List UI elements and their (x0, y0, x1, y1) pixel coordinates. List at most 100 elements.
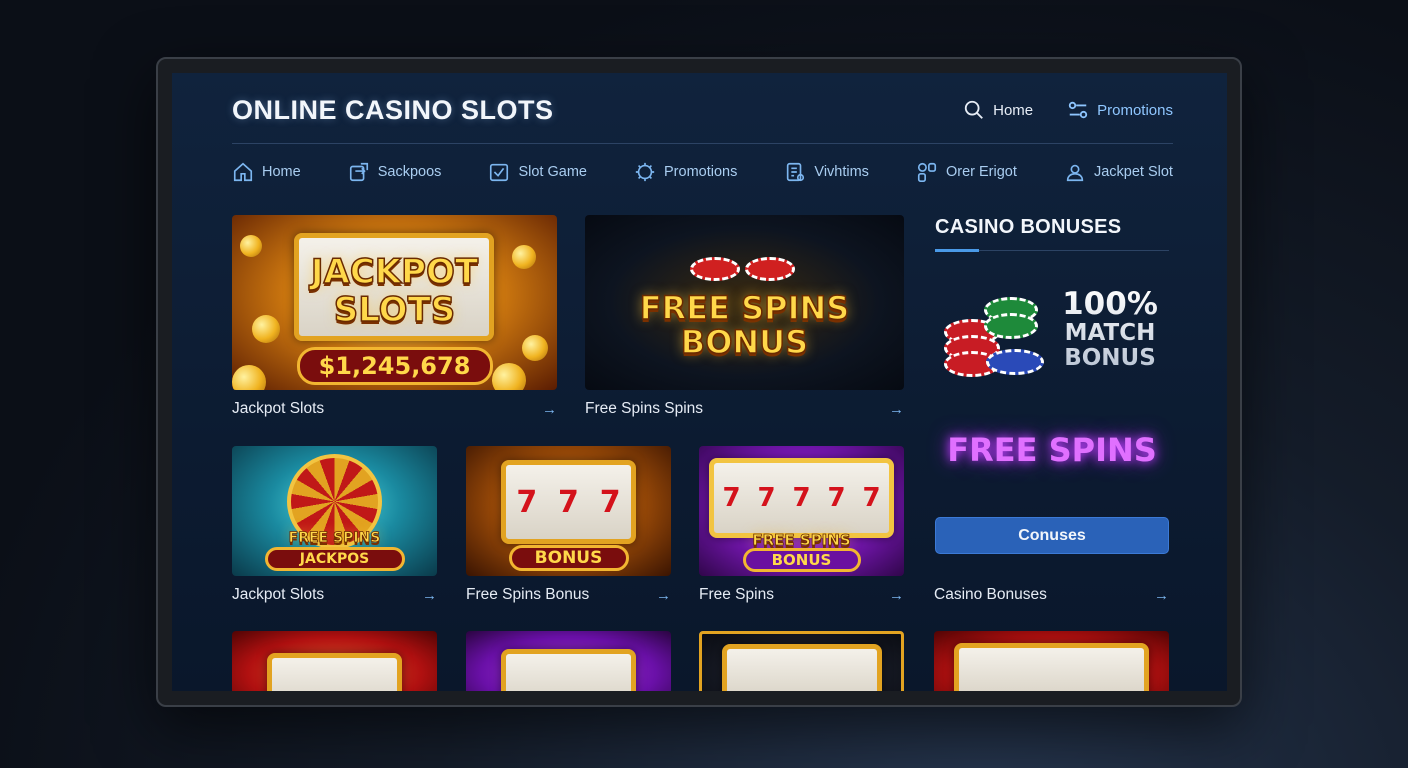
game-thumbnail-row3-3[interactable] (699, 631, 904, 691)
nav-item-label: Slot Game (518, 164, 587, 180)
reel-symbol: 7 (722, 483, 741, 513)
coin-icon (522, 335, 548, 361)
nav-item-label: Home (262, 164, 301, 180)
card-caption-label: Casino Bonuses (934, 586, 1047, 603)
monitor-frame: ONLINE CASINO SLOTS Home Promotions Home (156, 57, 1242, 707)
document-icon (784, 161, 806, 183)
card-caption-label: Free Spins (699, 586, 774, 603)
slot-reels (501, 649, 636, 691)
jackpot-slots-thumbnail[interactable]: JACKPOT SLOTS $1,245,678 (232, 215, 557, 390)
free-spins-promo: FREE SPINS (947, 431, 1157, 469)
game-thumbnail-row3-4[interactable] (934, 631, 1169, 691)
nav-item-label: Orer Erigot (945, 164, 1017, 180)
arrow-right-icon[interactable]: → (422, 587, 437, 604)
nav-item-home[interactable]: Home (232, 161, 301, 183)
bonuses-button[interactable]: Conuses (935, 517, 1169, 554)
card-caption-label: Jackpot Slots (232, 586, 325, 603)
game-card-free-spins-spins[interactable]: FREE SPINS BONUS Free Spins Spins → (585, 215, 904, 418)
nav-item-jackpet-slot[interactable]: Jackpet Slot (1064, 161, 1173, 183)
nav-item-label: Jackpet Slot (1093, 164, 1173, 180)
jackpot-wheel-thumbnail[interactable]: FREE SPINS JACKPOS (232, 446, 437, 576)
casino-screen: ONLINE CASINO SLOTS Home Promotions Home (172, 73, 1227, 691)
arrow-right-icon[interactable]: → (542, 401, 557, 418)
coin-icon (232, 365, 266, 390)
sidebar-title: CASINO BONUSES (935, 216, 1122, 238)
transfer-icon (348, 161, 370, 183)
checkbox-icon (488, 161, 510, 183)
home-icon (232, 161, 254, 183)
game-card-casino-bonuses[interactable]: Casino Bonuses → (934, 576, 1169, 604)
jackpos-art-line2: JACKPOS (264, 547, 405, 571)
slot-reels: 7 7 7 (501, 460, 636, 544)
match-line: MATCH (1064, 320, 1156, 346)
nav-item-slot-game[interactable]: Slot Game (488, 161, 587, 183)
top-nav-home-label: Home (993, 101, 1034, 119)
coin-icon (492, 363, 526, 390)
header-divider (232, 143, 1173, 144)
chip-icon (690, 257, 740, 281)
arrow-right-icon[interactable]: → (656, 587, 671, 604)
top-nav-promotions[interactable]: Promotions (1067, 99, 1173, 121)
free-spins-purple-line1: FREE SPINS (752, 531, 851, 549)
free-spins-bonus-thumbnail[interactable]: 7 7 7 BONUS (466, 446, 671, 576)
top-nav: Home Promotions (963, 99, 1173, 121)
match-percent: 100% (1062, 286, 1158, 322)
nav-item-promotions[interactable]: Promotions (634, 161, 737, 183)
nav-item-label: Sackpoos (377, 164, 442, 180)
main-nav: Home Sackpoos Slot Game Promotions Vivht… (232, 161, 1173, 183)
sidebar-divider-accent (935, 249, 979, 252)
card-caption[interactable]: Casino Bonuses → (934, 586, 1169, 604)
search-icon (963, 99, 985, 121)
top-nav-promotions-label: Promotions (1097, 101, 1173, 119)
slot-reels (267, 653, 402, 691)
reel-symbol: 7 (599, 484, 621, 520)
coin-icon (240, 235, 262, 257)
nav-item-orer-erigot[interactable]: Orer Erigot (916, 161, 1017, 183)
card-caption-label: Jackpot Slots (232, 400, 325, 417)
reel-symbol: 7 (792, 483, 811, 513)
nav-item-vivhtims[interactable]: Vivhtims (784, 161, 869, 183)
reel-symbol: 7 (827, 483, 846, 513)
game-card-jackpot-slots[interactable]: JACKPOT SLOTS $1,245,678 Jackpot Slots → (232, 215, 557, 418)
arrow-right-icon[interactable]: → (889, 401, 904, 418)
bonus-line: BONUS (1064, 345, 1156, 371)
arrow-right-icon[interactable]: → (1154, 587, 1169, 604)
arrow-right-icon[interactable]: → (889, 587, 904, 604)
card-caption[interactable]: Free Spins → (699, 586, 904, 604)
slot-reels (722, 644, 882, 691)
top-nav-home[interactable]: Home (963, 99, 1033, 121)
card-caption[interactable]: Jackpot Slots → (232, 586, 437, 604)
reel-symbol: 7 (862, 483, 881, 513)
gear-icon (634, 161, 656, 183)
card-caption[interactable]: Jackpot Slots → (232, 400, 557, 418)
game-card-free-spins-bonus[interactable]: 7 7 7 BONUS Free Spins Bonus → (466, 446, 671, 604)
nav-item-label: Vivhtims (814, 164, 869, 180)
free-spins-thumbnail[interactable]: FREE SPINS BONUS (585, 215, 904, 390)
game-thumbnail-row3-2[interactable] (466, 631, 671, 691)
free-spins-art-line1: FREE SPINS (639, 289, 850, 327)
page-title: ONLINE CASINO SLOTS (232, 95, 554, 125)
free-spins-art-line2: BONUS (680, 323, 809, 361)
bonus-pill: BONUS (508, 545, 629, 571)
jackpot-art-line1: JACKPOT (310, 252, 479, 292)
jackpot-art-line2: SLOTS (333, 290, 456, 330)
slot-reels: 7 7 7 7 7 (709, 458, 894, 538)
game-thumbnail-row3-1[interactable] (232, 631, 437, 691)
free-spins-purple-line2: BONUS (742, 548, 861, 572)
slot-reels (954, 643, 1149, 691)
jackpot-amount: $1,245,678 (296, 347, 493, 385)
grid-icon (916, 161, 938, 183)
toggle-icon (1067, 99, 1089, 121)
match-bonus-text: 100% MATCH BONUS (1050, 287, 1170, 371)
reel-symbol: 7 (516, 484, 538, 520)
game-card-jackpot-slots-small[interactable]: FREE SPINS JACKPOS Jackpot Slots → (232, 446, 437, 604)
card-caption[interactable]: Free Spins Bonus → (466, 586, 671, 604)
free-spins-purple-thumbnail[interactable]: 7 7 7 7 7 FREE SPINS BONUS (699, 446, 904, 576)
chip-icon (745, 257, 795, 281)
card-caption[interactable]: Free Spins Spins → (585, 400, 904, 418)
nav-item-sackpoos[interactable]: Sackpoos (348, 161, 442, 183)
reel-symbol: 7 (558, 484, 579, 520)
jackpos-art-line1: FREE SPINS (288, 530, 381, 547)
reel-symbol: 7 (757, 483, 776, 513)
game-card-free-spins[interactable]: 7 7 7 7 7 FREE SPINS BONUS Free Spins → (699, 446, 904, 604)
